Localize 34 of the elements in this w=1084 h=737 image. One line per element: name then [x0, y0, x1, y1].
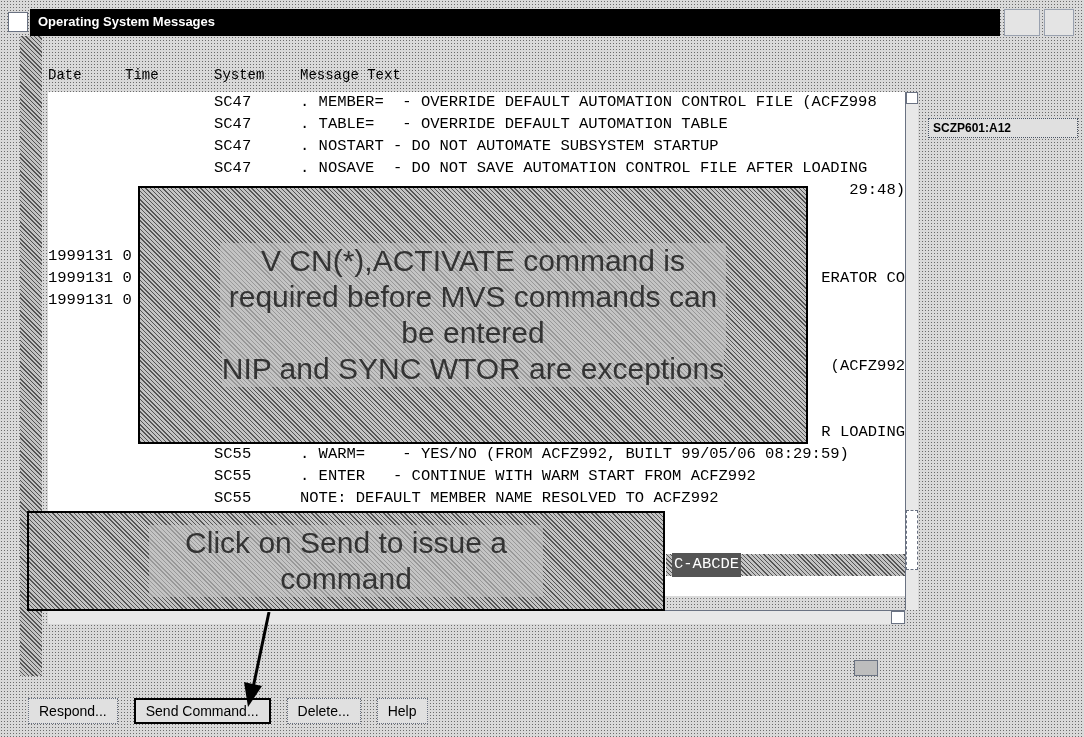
dialog-button[interactable]: Respond... [28, 698, 118, 724]
callout-text: V CN(*),ACTIVATE command is required before MVS commands can be entered [220, 243, 726, 351]
column-header: Date [48, 66, 83, 85]
message-text: NOTE: DEFAULT MEMBER NAME RESOLVED TO ACFZ992 [300, 488, 719, 510]
scroll-thumb[interactable] [906, 510, 918, 570]
date-cell-text: 1999131 0 [48, 290, 132, 312]
message-text: . WARM= - YES/NO (FROM ACFZ992, BUILT 99/05/06 08:29:59) [300, 444, 849, 466]
dialog-button[interactable]: Delete... [286, 698, 361, 724]
system-cell-text: SC55 [214, 488, 253, 510]
column-header: System [214, 66, 266, 85]
date-cell-text: 1999131 0 [48, 268, 132, 290]
message-text: . ENTER - CONTINUE WITH WARM START FROM ACFZ992 [300, 466, 756, 488]
system-cell-text: SC47 [214, 92, 253, 114]
date-cell-text: 1999131 0 [48, 246, 132, 268]
message-text: . NOSAVE - DO NOT SAVE AUTOMATION CONTROL FILE AFTER LOADING [300, 158, 868, 180]
system-cell-text: SC47 [214, 158, 253, 180]
dialog-button[interactable]: Help [376, 698, 428, 724]
system-cell-text: SC47 [214, 136, 253, 158]
column-header: Time [125, 66, 160, 85]
system-cell-text: SC55 [214, 444, 253, 466]
window-title: Operating System Messages [38, 13, 216, 32]
message-text: . NOSTART - DO NOT AUTOMATE SUBSYSTEM STARTUP [300, 136, 719, 158]
message-text: . MEMBER= - OVERRIDE DEFAULT AUTOMATION CONTROL FILE (ACFZ998 [300, 92, 877, 114]
vertical-scrollbar[interactable] [905, 92, 918, 610]
message-text: . TABLE= - OVERRIDE DEFAULT AUTOMATION TABLE [300, 114, 728, 136]
callout-text: Click on Send to issue a command [149, 525, 543, 597]
column-header: Message Text [300, 66, 401, 85]
callout-text: NIP and SYNC WTOR are exceptions [221, 351, 725, 387]
dialog-button[interactable]: Send Command... [133, 698, 271, 724]
system-cell-text: SC55 [214, 466, 253, 488]
selected-command-row[interactable]: C-ABCDE [666, 554, 905, 576]
window-menu-icon[interactable] [8, 12, 28, 32]
system-label: SCZP601:A12 [928, 118, 1078, 138]
system-cell-text: SC47 [214, 114, 253, 136]
